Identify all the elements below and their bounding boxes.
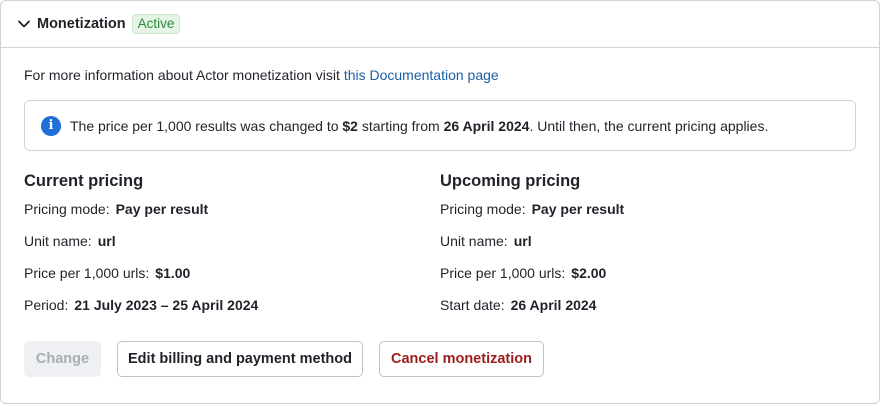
- info-line: For more information about Actor monetiz…: [24, 66, 856, 84]
- documentation-link[interactable]: this Documentation page: [344, 67, 499, 83]
- upcoming-start-date: Start date: 26 April 2024: [440, 297, 597, 313]
- change-button[interactable]: Change: [24, 341, 101, 377]
- upcoming-price: Price per 1,000 urls: $2.00: [440, 265, 607, 281]
- upcoming-unit-name: Unit name: url: [440, 233, 532, 249]
- edit-billing-button[interactable]: Edit billing and payment method: [117, 341, 363, 377]
- status-badge: Active: [131, 14, 181, 34]
- upcoming-pricing-title: Upcoming pricing: [440, 172, 581, 190]
- current-pricing: Current pricing Pricing mode: Pay per res…: [24, 171, 440, 329]
- current-period: Period: 21 July 2023 – 25 April 2024: [24, 297, 259, 313]
- monetization-panel: Monetization Active For more information…: [0, 0, 880, 404]
- upcoming-pricing-mode: Pricing mode: Pay per result: [440, 201, 625, 217]
- alert-price: $2: [342, 117, 358, 134]
- current-pricing-title: Current pricing: [24, 172, 144, 190]
- pricing-columns: Current pricing Pricing mode: Pay per res…: [24, 171, 856, 329]
- panel-header[interactable]: Monetization Active: [1, 1, 879, 48]
- upcoming-pricing: Upcoming pricing Pricing mode: Pay per re…: [440, 171, 856, 329]
- info-icon: i: [41, 115, 61, 136]
- current-pricing-mode: Pricing mode: Pay per result: [24, 201, 209, 217]
- current-unit-name: Unit name: url: [24, 233, 116, 249]
- chevron-down-icon[interactable]: [17, 17, 31, 31]
- current-price: Price per 1,000 urls: $1.00: [24, 265, 191, 281]
- alert-date: 26 April 2024: [443, 117, 530, 134]
- alert-text: The price per 1,000 results was changed …: [70, 117, 769, 134]
- info-text: For more information about Actor monetiz…: [24, 67, 344, 83]
- action-buttons: Change Edit billing and payment method C…: [24, 341, 856, 377]
- cancel-monetization-button[interactable]: Cancel monetization: [379, 341, 544, 377]
- pricing-change-alert: i The price per 1,000 results was change…: [24, 100, 856, 151]
- panel-title: Monetization: [37, 16, 126, 32]
